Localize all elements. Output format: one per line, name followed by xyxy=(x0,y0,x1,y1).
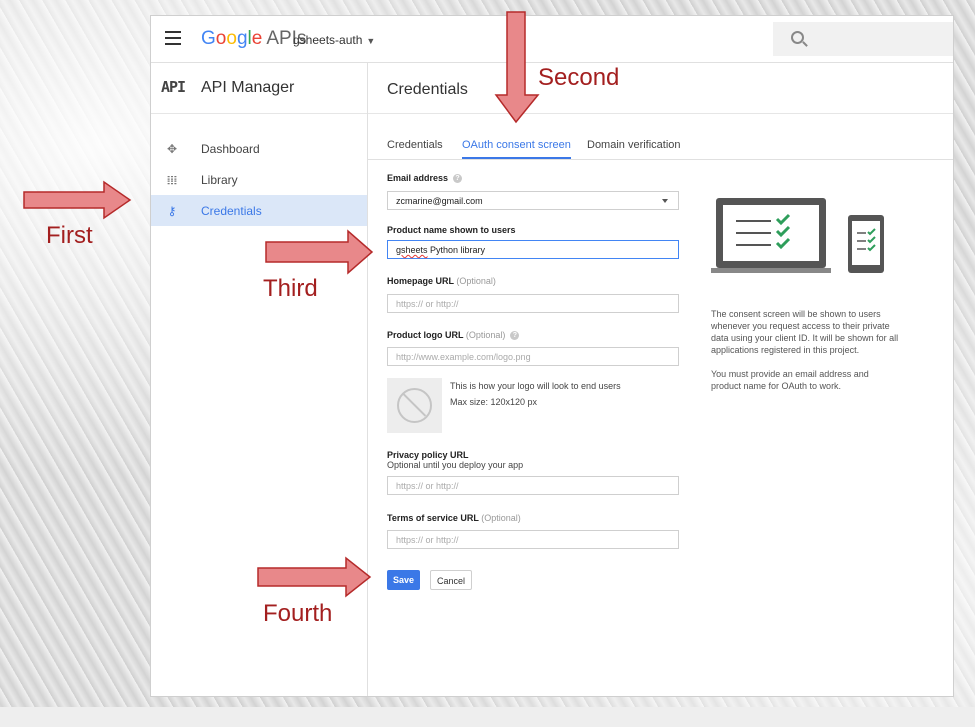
product-name-misspelled: gsheets xyxy=(396,245,428,255)
dropdown-arrow-icon xyxy=(662,199,668,203)
annotation-arrow-second xyxy=(494,11,540,124)
logo-url-label: Product logo URL (Optional)? xyxy=(387,330,520,341)
annotation-third: Third xyxy=(263,275,318,302)
email-select[interactable]: zcmarine@gmail.com xyxy=(387,191,679,210)
annotation-second: Second xyxy=(538,64,620,91)
tab-domain-verification[interactable]: Domain verification xyxy=(587,139,681,157)
homepage-input[interactable]: https:// or http:// xyxy=(387,294,679,313)
tab-oauth-consent-screen[interactable]: OAuth consent screen xyxy=(462,139,571,159)
sidebar-header: API API Manager xyxy=(151,63,367,114)
annotation-arrow-fourth xyxy=(257,556,372,598)
sidebar-item-label: Credentials xyxy=(201,204,262,218)
annotation-arrow-first xyxy=(23,180,132,220)
info-paragraph-2: You must provide an email address and pr… xyxy=(711,369,869,391)
homepage-label: Homepage URL (Optional) xyxy=(387,276,496,286)
sidebar-item-label: Library xyxy=(201,173,238,187)
logo-note-text: This is how your logo will look to end u… xyxy=(450,381,621,391)
product-name-input[interactable]: gsheets Python library xyxy=(387,240,679,259)
bottom-strip xyxy=(0,707,975,727)
sidebar: API API Manager ✥ Dashboard 𝍖 Library ⚷ … xyxy=(151,63,368,696)
page-title: Credentials xyxy=(387,81,468,98)
privacy-policy-sublabel: Optional until you deploy your app xyxy=(387,460,524,470)
sidebar-item-dashboard[interactable]: ✥ Dashboard xyxy=(151,133,367,164)
sidebar-item-library[interactable]: 𝍖 Library xyxy=(151,164,367,195)
product-name-value: Python library xyxy=(427,245,486,255)
consent-info-panel: The consent screen will be shown to user… xyxy=(711,308,901,404)
annotation-fourth: Fourth xyxy=(263,600,333,627)
google-apis-logo[interactable]: Google APIs xyxy=(201,28,306,50)
consent-screen-illustration xyxy=(711,198,884,273)
product-name-label: Product name shown to users xyxy=(387,225,516,235)
main-content: Credentials Credentials OAuth consent sc… xyxy=(368,63,953,696)
logo-url-input[interactable]: http://www.example.com/logo.png xyxy=(387,347,679,366)
api-logo-icon: API xyxy=(161,78,186,96)
privacy-policy-label: Privacy policy URL xyxy=(387,450,469,460)
info-paragraph-1: The consent screen will be shown to user… xyxy=(711,309,899,355)
annotation-first: First xyxy=(46,222,93,249)
hamburger-menu-icon[interactable] xyxy=(165,31,181,45)
help-icon[interactable]: ? xyxy=(453,174,463,184)
privacy-policy-input[interactable]: https:// or http:// xyxy=(387,476,679,495)
top-bar: Google APIs gsheets-auth ▼ xyxy=(151,16,953,63)
email-label: Email address? xyxy=(387,173,463,184)
cancel-button[interactable]: Cancel xyxy=(430,570,473,590)
project-selector[interactable]: gsheets-auth ▼ xyxy=(293,33,375,47)
save-button[interactable]: Save xyxy=(387,570,421,590)
key-icon: ⚷ xyxy=(167,204,177,218)
main-header: Credentials xyxy=(368,63,953,114)
annotation-arrow-third xyxy=(265,229,374,275)
terms-of-service-input[interactable]: https:// or http:// xyxy=(387,530,679,549)
caret-down-icon: ▼ xyxy=(366,36,376,46)
project-name: gsheets-auth xyxy=(293,33,363,47)
library-icon: 𝍖 xyxy=(166,173,178,187)
dashboard-icon: ✥ xyxy=(166,142,178,156)
sidebar-item-credentials[interactable]: ⚷ Credentials xyxy=(151,195,367,226)
terms-of-service-label: Terms of service URL (Optional) xyxy=(387,513,521,523)
search-box[interactable] xyxy=(773,22,953,56)
tab-credentials[interactable]: Credentials xyxy=(387,139,443,157)
help-icon[interactable]: ? xyxy=(510,331,520,341)
search-icon xyxy=(791,31,804,44)
email-value: zcmarine@gmail.com xyxy=(396,196,483,206)
sidebar-title: API Manager xyxy=(201,79,295,96)
logo-size-text: Max size: 120x120 px xyxy=(450,397,538,407)
sidebar-item-label: Dashboard xyxy=(201,142,260,156)
logo-preview-placeholder xyxy=(387,378,442,433)
tab-bar: Credentials OAuth consent screen Domain … xyxy=(368,135,953,160)
